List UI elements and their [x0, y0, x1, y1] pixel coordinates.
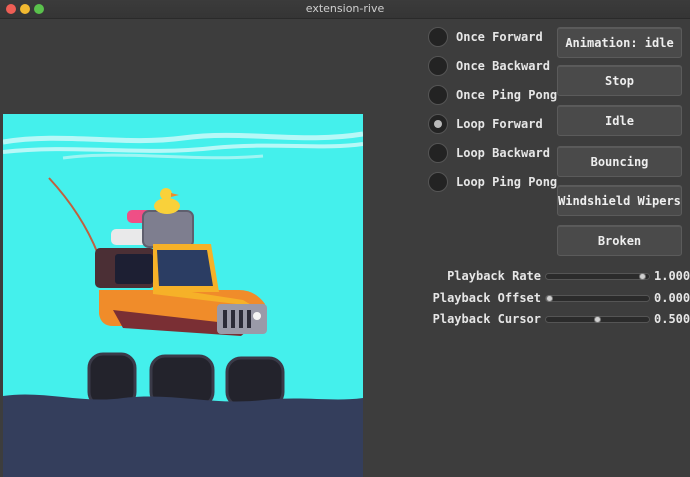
- jeep-animation-illustration: [3, 114, 363, 477]
- radio-option-loop-backward[interactable]: Loop Backward: [428, 141, 550, 165]
- bouncing-button[interactable]: Bouncing: [557, 146, 682, 177]
- title-bar: extension-rive: [0, 0, 690, 19]
- stop-button[interactable]: Stop: [557, 65, 682, 96]
- headlight: [253, 312, 261, 320]
- playback-offset-label: Playback Offset: [432, 291, 541, 305]
- playback-cursor-label: Playback Cursor: [432, 312, 541, 326]
- slider-knob[interactable]: [546, 295, 553, 302]
- radio-button[interactable]: [428, 56, 448, 76]
- radio-label: Once Backward: [456, 59, 550, 73]
- wheel-front: [225, 356, 285, 408]
- rive-animation-canvas: [3, 114, 363, 477]
- playback-cursor-value: 0.500: [654, 312, 690, 326]
- radio-button[interactable]: [428, 172, 448, 192]
- animation-idle-button[interactable]: Animation: idle: [557, 27, 682, 58]
- slider-knob[interactable]: [594, 316, 601, 323]
- radio-label: Loop Backward: [456, 146, 550, 160]
- window-title: extension-rive: [305, 2, 385, 15]
- radio-option-loop-ping-pong[interactable]: Loop Ping Pong: [428, 170, 557, 194]
- radio-button-selected[interactable]: [428, 114, 448, 134]
- jeep-rear-window: [115, 254, 153, 284]
- radio-option-loop-forward[interactable]: Loop Forward: [428, 112, 543, 136]
- slider-knob[interactable]: [639, 273, 646, 280]
- playback-rate-label: Playback Rate: [447, 269, 541, 283]
- radio-option-once-backward[interactable]: Once Backward: [428, 54, 550, 78]
- radio-button[interactable]: [428, 143, 448, 163]
- radio-label: Once Forward: [456, 30, 543, 44]
- duck-body: [154, 198, 180, 214]
- radio-label: Loop Ping Pong: [456, 175, 558, 189]
- playback-offset-value: 0.000: [654, 291, 690, 305]
- radio-button[interactable]: [428, 27, 448, 47]
- radio-button[interactable]: [428, 85, 448, 105]
- radio-option-once-forward[interactable]: Once Forward: [428, 25, 543, 49]
- duck-head: [160, 188, 172, 200]
- grille-slot: [223, 310, 227, 328]
- grille-slot: [239, 310, 243, 328]
- playback-offset-slider[interactable]: [545, 295, 650, 302]
- app-window: extension-rive Once Forward Once Backwar…: [0, 0, 690, 477]
- radio-label: Once Ping Pong: [456, 88, 558, 102]
- playback-cursor-slider[interactable]: [545, 316, 650, 323]
- playback-rate-value: 1.000: [654, 269, 690, 283]
- broken-button[interactable]: Broken: [557, 225, 682, 256]
- jeep-windshield: [157, 250, 213, 286]
- playback-rate-slider[interactable]: [545, 273, 650, 280]
- idle-button[interactable]: Idle: [557, 105, 682, 136]
- radio-option-once-ping-pong[interactable]: Once Ping Pong: [428, 83, 557, 107]
- ground: [3, 394, 363, 477]
- grille-slot: [247, 310, 251, 328]
- grille-slot: [231, 310, 235, 328]
- radio-label: Loop Forward: [456, 117, 543, 131]
- windshield-wipers-button[interactable]: Windshield Wipers: [557, 185, 682, 216]
- luggage-grey: [142, 210, 194, 248]
